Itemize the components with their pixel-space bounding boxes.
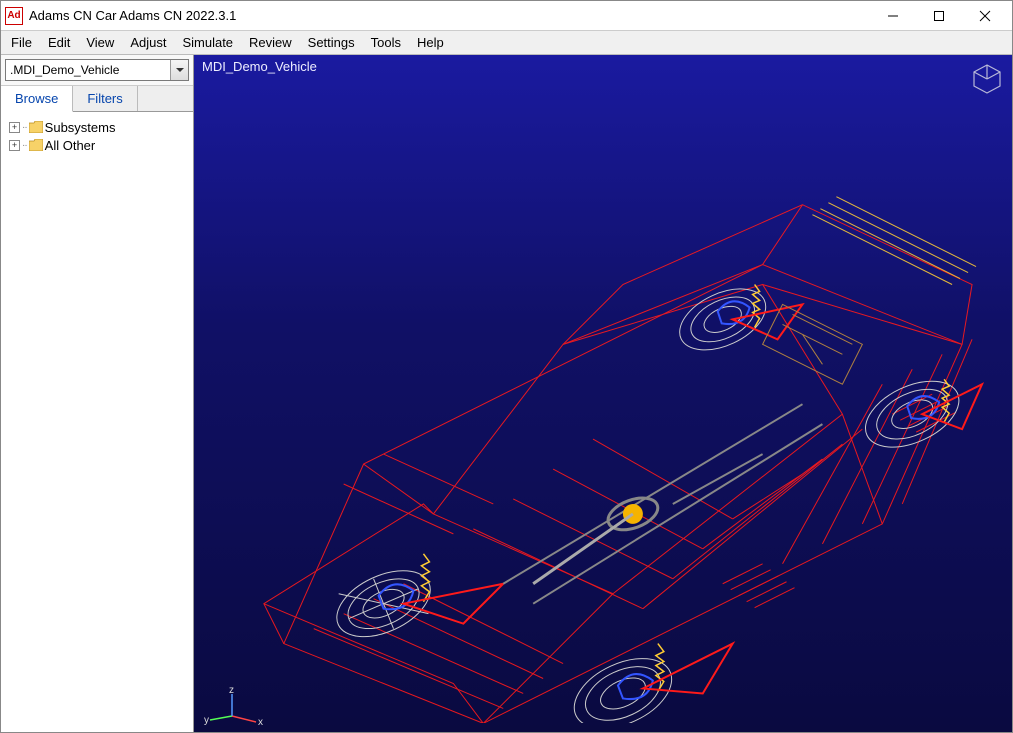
model-select-value: .MDI_Demo_Vehicle (10, 63, 119, 77)
axis-indicator-icon: x y z (202, 686, 272, 726)
menu-edit[interactable]: Edit (40, 32, 78, 53)
model-select-row: .MDI_Demo_Vehicle (1, 55, 193, 86)
model-browser-panel: .MDI_Demo_Vehicle Browse Filters + ·· Su… (1, 55, 194, 732)
tree-item-subsystems[interactable]: + ·· Subsystems (5, 118, 189, 136)
minimize-button[interactable] (870, 1, 916, 31)
folder-icon (29, 139, 43, 151)
app-icon: Ad (5, 7, 23, 25)
tab-browse[interactable]: Browse (1, 86, 73, 112)
axis-y-label: y (204, 715, 209, 726)
title-bar: Ad Adams CN Car Adams CN 2022.3.1 (1, 1, 1012, 31)
main-area: .MDI_Demo_Vehicle Browse Filters + ·· Su… (1, 55, 1012, 732)
tree-item-all-other[interactable]: + ·· All Other (5, 136, 189, 154)
menu-view[interactable]: View (78, 32, 122, 53)
browser-tabs: Browse Filters (1, 86, 193, 112)
menu-adjust[interactable]: Adjust (122, 32, 174, 53)
window-controls (870, 1, 1008, 31)
tree-connector: ·· (22, 122, 27, 133)
tab-filters[interactable]: Filters (73, 86, 137, 111)
model-select-combo[interactable]: .MDI_Demo_Vehicle (5, 59, 189, 81)
maximize-button[interactable] (916, 1, 962, 31)
axis-z-label: z (229, 686, 234, 696)
tree-item-label: All Other (45, 138, 96, 153)
steering-marker-icon (623, 504, 643, 524)
tree-item-label: Subsystems (45, 120, 116, 135)
expand-icon[interactable]: + (9, 122, 20, 133)
menu-review[interactable]: Review (241, 32, 300, 53)
viewport-3d[interactable]: MDI_Demo_Vehicle (194, 55, 1012, 732)
menu-tools[interactable]: Tools (363, 32, 409, 53)
menu-help[interactable]: Help (409, 32, 452, 53)
axis-x-label: x (258, 717, 263, 726)
window-title: Adams CN Car Adams CN 2022.3.1 (29, 8, 870, 23)
menu-bar: File Edit View Adjust Simulate Review Se… (1, 31, 1012, 55)
viewport-label: MDI_Demo_Vehicle (202, 59, 317, 74)
model-tree[interactable]: + ·· Subsystems + ·· All Other (1, 112, 193, 732)
menu-file[interactable]: File (3, 32, 40, 53)
close-button[interactable] (962, 1, 1008, 31)
tree-connector: ·· (22, 140, 27, 151)
chevron-down-icon (170, 60, 188, 80)
expand-icon[interactable]: + (9, 140, 20, 151)
vehicle-wireframe (204, 85, 1002, 723)
menu-settings[interactable]: Settings (300, 32, 363, 53)
folder-icon (29, 121, 43, 133)
menu-simulate[interactable]: Simulate (174, 32, 241, 53)
